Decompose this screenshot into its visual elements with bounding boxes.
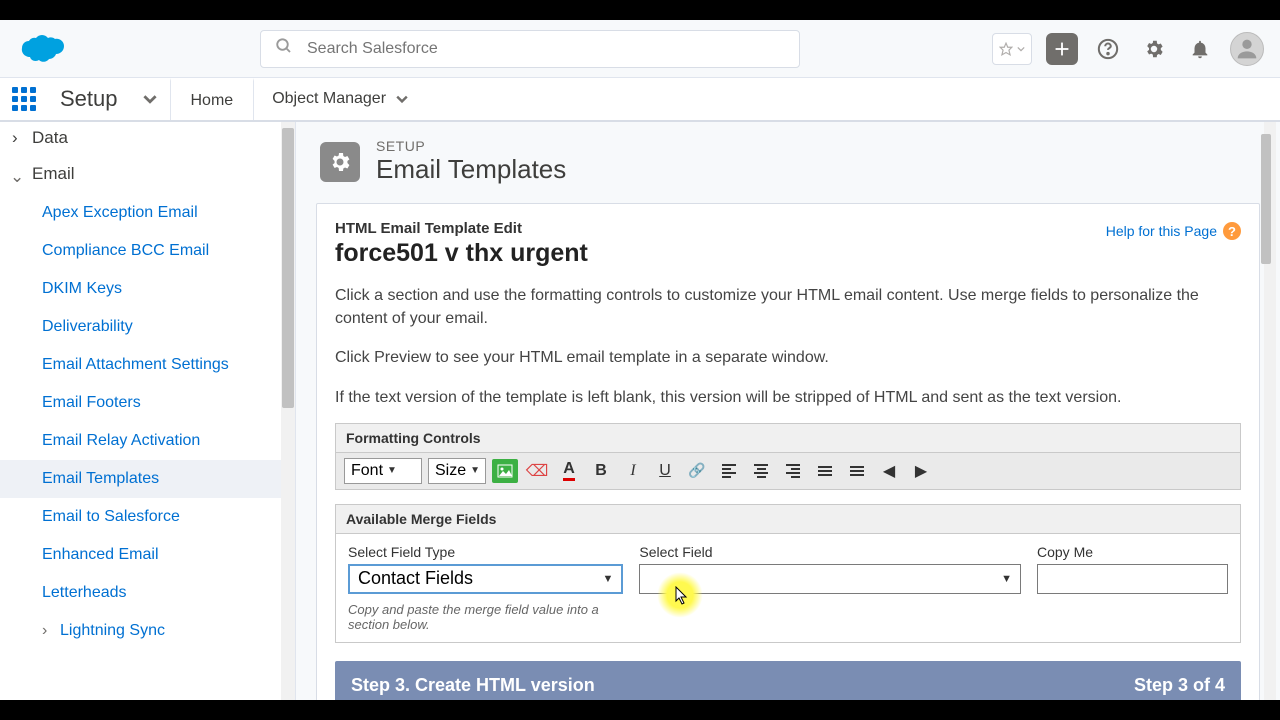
bullet-list-button[interactable] [844,459,870,483]
sidebar-item-enhanced-email[interactable]: Enhanced Email [0,536,295,574]
field-select-label: Select Field [639,544,1021,560]
underline-button[interactable]: U [652,459,678,483]
user-avatar[interactable] [1230,32,1264,66]
description-3: If the text version of the template is l… [335,386,1241,409]
copy-merge-label: Copy Me [1037,544,1228,560]
step-counter: Step 3 of 4 [1134,675,1225,696]
align-center-button[interactable] [748,459,774,483]
nav-tab-home[interactable]: Home [170,78,255,120]
template-name: force501 v thx urgent [335,239,1241,268]
align-left-button[interactable] [716,459,742,483]
step-title: Step 3. Create HTML version [351,675,595,696]
help-icon[interactable] [1092,33,1124,65]
main-scrollbar[interactable] [1264,122,1276,700]
sidebar-item-apex-exception[interactable]: Apex Exception Email [0,194,295,232]
sidebar-item-dkim[interactable]: DKIM Keys [0,270,295,308]
description-2: Click Preview to see your HTML email tem… [335,346,1241,369]
sidebar-item-email-templates[interactable]: Email Templates [0,460,295,498]
field-select[interactable]: ▼ [639,564,1021,594]
sidebar-item-deliverability[interactable]: Deliverability [0,308,295,346]
app-menu-chevron[interactable] [130,78,170,120]
search-icon [275,37,293,60]
bold-button[interactable]: B [588,459,614,483]
field-type-label: Select Field Type [348,544,623,560]
sidebar-item-email[interactable]: ⌄ Email [0,154,295,194]
favorites-button[interactable] [992,33,1032,65]
italic-button[interactable]: I [620,459,646,483]
numbered-list-button[interactable] [812,459,838,483]
chevron-down-icon [396,93,408,105]
sidebar-item-email-to-sf[interactable]: Email to Salesforce [0,498,295,536]
chevron-right-icon: › [42,622,47,640]
setup-gear-icon[interactable] [1138,33,1170,65]
field-type-select[interactable]: Contact Fields▼ [348,564,623,594]
sidebar-item-attachment-settings[interactable]: Email Attachment Settings [0,346,295,384]
link-button[interactable]: 🔗 [684,459,710,483]
global-actions-button[interactable] [1046,33,1078,65]
breadcrumb: SETUP [376,138,566,154]
search-input[interactable] [307,40,785,58]
help-link[interactable]: Help for this Page ? [1106,222,1241,240]
font-select[interactable]: Font▼ [344,458,422,484]
formatting-controls-header: Formatting Controls [336,424,1240,453]
global-search[interactable] [260,30,800,68]
app-launcher-icon[interactable] [0,78,48,120]
insert-image-button[interactable] [492,459,518,483]
notifications-icon[interactable] [1184,33,1216,65]
clear-formatting-button[interactable]: ⌫ [524,459,550,483]
merge-fields-header: Available Merge Fields [336,505,1240,534]
copy-merge-input[interactable] [1037,564,1228,594]
align-right-button[interactable] [780,459,806,483]
font-color-button[interactable]: A [556,459,582,483]
outdent-button[interactable]: ◀ [876,459,902,483]
chevron-right-icon: › [12,128,18,148]
sidebar-item-lightning-sync[interactable]: › Lightning Sync [0,612,295,650]
app-name: Setup [48,78,130,120]
salesforce-logo[interactable] [16,32,64,66]
sidebar-item-compliance-bcc[interactable]: Compliance BCC Email [0,232,295,270]
nav-tab-label: Object Manager [272,90,386,108]
help-icon: ? [1223,222,1241,240]
sidebar-item-letterheads[interactable]: Letterheads [0,574,295,612]
merge-hint: Copy and paste the merge field value int… [348,602,623,632]
cursor-icon [675,586,689,606]
page-title: Email Templates [376,154,566,185]
nav-tab-object-manager[interactable]: Object Manager [254,78,426,120]
sidebar-scrollbar[interactable] [281,122,295,700]
size-select[interactable]: Size▼ [428,458,486,484]
sidebar-item-data[interactable]: › Data [0,126,295,154]
description-1: Click a section and use the formatting c… [335,284,1241,330]
gear-icon [320,142,360,182]
sidebar-item-email-footers[interactable]: Email Footers [0,384,295,422]
chevron-down-icon: ⌄ [10,167,24,187]
sidebar-item-relay-activation[interactable]: Email Relay Activation [0,422,295,460]
indent-button[interactable]: ▶ [908,459,934,483]
